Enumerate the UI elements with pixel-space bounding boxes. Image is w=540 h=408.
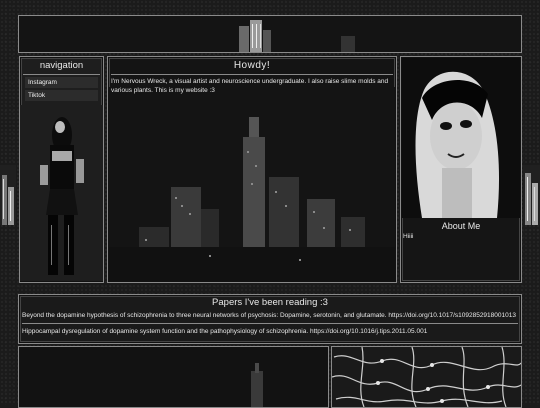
left-edge-city-image [0,165,16,225]
header-city-image [19,16,521,52]
header-banner [18,15,522,53]
slime-mold-image [332,347,521,407]
about-text: Hiiii [403,233,414,240]
intro-panel: Howdy! I'm Nervous Wreck, a visual artis… [107,56,397,283]
bottom-left-panel [18,346,329,408]
intro-title: Howdy! [233,60,271,71]
gothic-figure-image [20,105,103,281]
divider [22,323,518,324]
portrait-image [402,58,520,218]
bottom-right-panel [331,346,522,408]
right-edge-city-image [523,165,540,225]
papers-title: Papers I've been reading :3 [212,297,328,308]
navigation-panel: navigation Instagram Tiktok [19,56,104,283]
papers-panel: Papers I've been reading :3 Beyond the d… [18,294,522,344]
nav-link-instagram[interactable]: Instagram [25,77,98,88]
paper-entry: Hippocampal dysregulation of dopamine sy… [22,328,428,335]
about-panel: About Me Hiiii [400,56,522,283]
intro-text: I'm Nervous Wreck, a visual artist and n… [111,78,389,94]
paper-entry: Beyond the dopamine hypothesis of schizo… [22,312,516,319]
about-title: About Me [441,221,481,231]
divider [23,74,100,75]
nav-link-tiktok[interactable]: Tiktok [25,90,98,101]
navigation-title: navigation [39,60,84,71]
city-skyline-image [109,87,395,281]
bottom-city-image [19,347,328,407]
